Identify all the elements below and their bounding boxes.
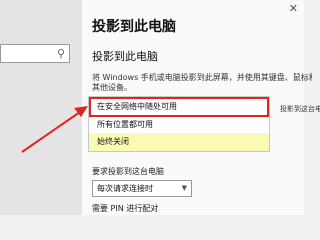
- settings-search-input[interactable]: ⚲: [0, 44, 70, 63]
- pin-pairing-label: 需要 PIN 进行配对: [92, 204, 159, 213]
- settings-sidebar: ⚲: [0, 0, 82, 215]
- description-line-2: 其他设备。: [92, 83, 132, 92]
- option-everywhere[interactable]: 所有位置都可用: [89, 117, 269, 133]
- clipped-side-text: 投影到这台电: [280, 105, 320, 113]
- chevron-down-icon: ▼: [181, 184, 187, 192]
- option-always-off[interactable]: 始终关闭: [89, 133, 269, 151]
- request-projection-select[interactable]: 每次请求连接时 ▼: [92, 180, 192, 197]
- close-icon[interactable]: ✕: [289, 2, 298, 15]
- search-icon: ⚲: [56, 47, 65, 60]
- request-projection-value: 每次请求连接时: [97, 184, 153, 193]
- availability-dropdown-menu: 在安全网络中随处可用 所有位置都可用 始终关闭: [88, 96, 270, 152]
- request-projection-label: 要求投影到这台电脑: [92, 167, 164, 176]
- section-title: 投影到此电脑: [92, 50, 158, 63]
- option-secure-network[interactable]: 在安全网络中随处可用: [89, 97, 269, 117]
- page-title: 投影到此电脑: [92, 19, 176, 35]
